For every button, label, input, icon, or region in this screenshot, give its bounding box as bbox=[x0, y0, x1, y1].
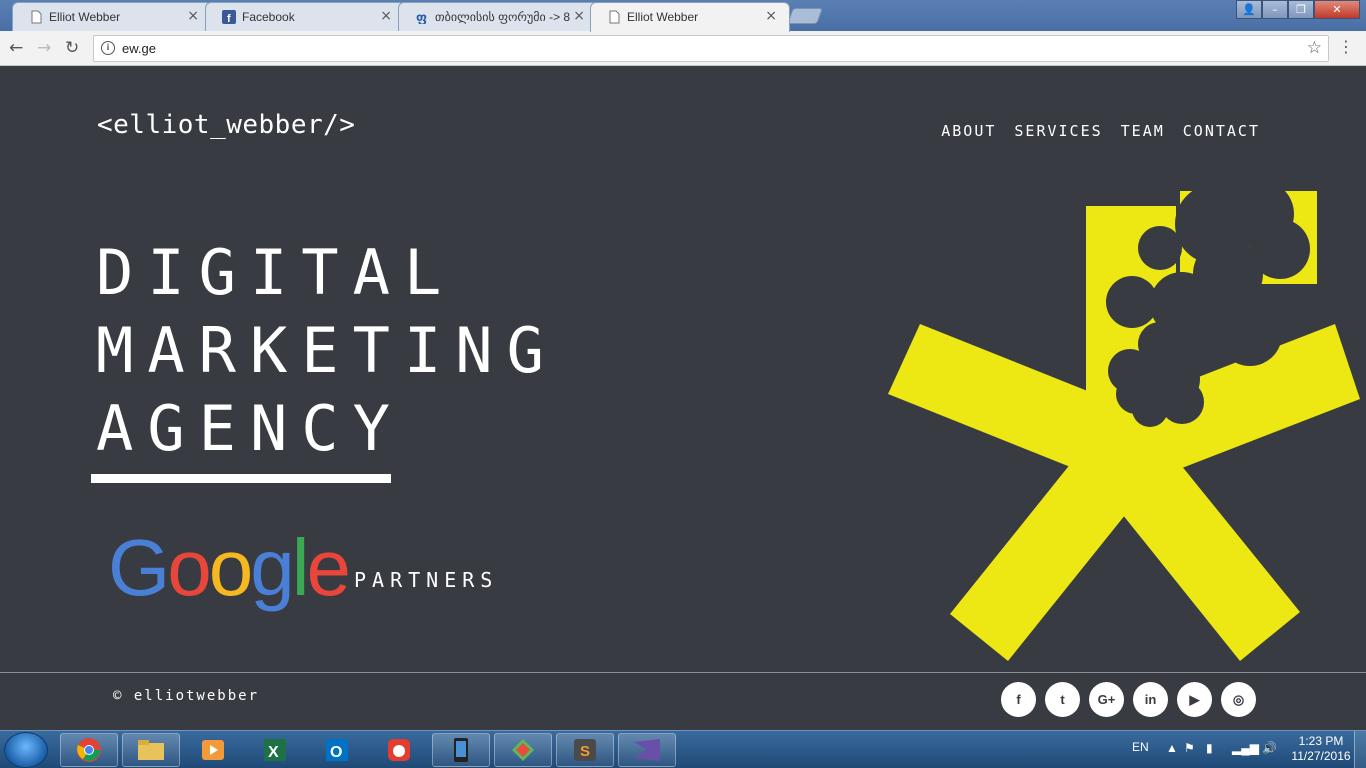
tab-title: Elliot Webber bbox=[49, 10, 121, 24]
excel-icon[interactable]: X bbox=[246, 733, 304, 767]
svg-text:X: X bbox=[268, 744, 279, 761]
google-plus-icon[interactable]: G+ bbox=[1089, 682, 1124, 717]
tab-4-active[interactable]: Elliot Webber × bbox=[590, 2, 790, 32]
tab-2[interactable]: f Facebook × bbox=[205, 2, 405, 32]
maximize-button[interactable]: ❐ bbox=[1288, 0, 1314, 19]
action-center-icon[interactable]: ⚑ bbox=[1184, 741, 1195, 755]
menu-icon[interactable]: ⋮ bbox=[1338, 37, 1354, 56]
minimize-button[interactable]: – bbox=[1262, 0, 1288, 19]
google-letter: g bbox=[250, 523, 294, 612]
facebook-icon: f bbox=[222, 10, 236, 24]
nav-about[interactable]: ABOUT bbox=[941, 122, 996, 140]
user-icon[interactable]: 👤 bbox=[1236, 0, 1262, 19]
nav-services[interactable]: SERVICES bbox=[1014, 122, 1102, 140]
webpage: <elliot_webber/> ABOUT SERVICES TEAM CON… bbox=[0, 66, 1366, 730]
chrome-icon[interactable] bbox=[60, 733, 118, 767]
linkedin-icon[interactable]: in bbox=[1133, 682, 1168, 717]
google-letter: o bbox=[208, 523, 253, 612]
hero-line-2: MARKETING bbox=[96, 314, 558, 387]
language-indicator[interactable]: EN bbox=[1132, 740, 1149, 754]
window-controls: 👤 – ❐ ✕ bbox=[1236, 0, 1360, 20]
sublime-icon[interactable]: S bbox=[556, 733, 614, 767]
google-letter: e bbox=[306, 523, 351, 612]
show-hidden-icons[interactable]: ▲ bbox=[1166, 741, 1178, 755]
tab-1[interactable]: Elliot Webber × bbox=[12, 2, 212, 32]
nav-team[interactable]: TEAM bbox=[1121, 122, 1165, 140]
hero-line-1: DIGITAL bbox=[96, 236, 456, 309]
visual-studio-icon[interactable] bbox=[618, 733, 676, 767]
social-links: f t G+ in ▶ ◎ bbox=[1001, 682, 1256, 717]
svg-text:ფ: ფ bbox=[416, 11, 427, 24]
time: 1:23 PM bbox=[1298, 734, 1344, 748]
google-letter: o bbox=[167, 523, 211, 612]
hero-heading: DIGITAL MARKETING AGENCY bbox=[96, 234, 558, 468]
media-player-icon[interactable] bbox=[184, 733, 242, 767]
url-text[interactable]: ew.ge bbox=[122, 41, 156, 56]
close-icon[interactable]: × bbox=[573, 8, 585, 24]
network-icon[interactable]: ▂▄▆ bbox=[1232, 741, 1259, 755]
power-icon[interactable]: ▮ bbox=[1206, 741, 1213, 755]
outlook-icon[interactable]: O bbox=[308, 733, 366, 767]
volume-icon[interactable]: 🔊 bbox=[1262, 741, 1277, 755]
close-icon[interactable]: × bbox=[380, 8, 392, 24]
google-letter: l bbox=[291, 523, 310, 612]
forum-icon: ფ bbox=[416, 11, 427, 24]
facebook-icon[interactable]: f bbox=[1001, 682, 1036, 717]
taskbar: X O S EN ▲ ⚑ ▮ ▂▄▆ 🔊 1:23 PM 11/27/2016 bbox=[0, 730, 1366, 768]
close-icon[interactable]: × bbox=[765, 8, 777, 24]
partners-label: PARTNERS bbox=[354, 568, 499, 592]
instagram-icon[interactable]: ◎ bbox=[1221, 682, 1256, 717]
date: 11/27/2016 bbox=[1291, 749, 1351, 763]
close-icon[interactable]: × bbox=[187, 8, 199, 24]
page-icon bbox=[609, 10, 620, 24]
copyright-text: © elliotwebber bbox=[113, 688, 260, 704]
forward-icon[interactable]: → bbox=[37, 38, 51, 58]
phone-icon[interactable] bbox=[432, 733, 490, 767]
svg-text:f: f bbox=[227, 13, 231, 24]
google-logo: Google bbox=[108, 522, 351, 614]
tab-title: Facebook bbox=[242, 10, 295, 24]
site-logo[interactable]: <elliot_webber/> bbox=[97, 110, 355, 140]
hero-underline bbox=[91, 474, 391, 483]
close-window-button[interactable]: ✕ bbox=[1314, 0, 1360, 19]
tab-title: თბილისის ფორუმი -> 8 bbox=[435, 10, 571, 24]
svg-text:S: S bbox=[580, 743, 590, 760]
app-icon[interactable] bbox=[370, 733, 428, 767]
browser-toolbar: ← → ↻ i ew.ge ☆ ⋮ bbox=[0, 31, 1366, 66]
clock[interactable]: 1:23 PM 11/27/2016 bbox=[1286, 734, 1356, 764]
bookmark-star-icon[interactable]: ☆ bbox=[1307, 38, 1322, 58]
reload-icon[interactable]: ↻ bbox=[65, 38, 79, 58]
asterisk-graphic bbox=[888, 184, 1360, 661]
start-button[interactable] bbox=[4, 732, 48, 768]
main-nav: ABOUT SERVICES TEAM CONTACT bbox=[941, 122, 1260, 140]
show-desktop-button[interactable] bbox=[1354, 731, 1366, 768]
nav-contact[interactable]: CONTACT bbox=[1183, 122, 1260, 140]
youtube-icon[interactable]: ▶ bbox=[1177, 682, 1212, 717]
page-icon bbox=[31, 10, 42, 24]
google-letter: G bbox=[108, 523, 170, 612]
hero-line-3: AGENCY bbox=[96, 392, 404, 465]
twitter-icon[interactable]: t bbox=[1045, 682, 1080, 717]
address-bar[interactable]: i ew.ge ☆ bbox=[93, 35, 1329, 62]
site-footer: © elliotwebber f t G+ in ▶ ◎ bbox=[0, 672, 1366, 730]
info-icon[interactable]: i bbox=[101, 41, 115, 55]
svg-text:O: O bbox=[330, 744, 342, 761]
tab-title: Elliot Webber bbox=[627, 10, 699, 24]
back-icon[interactable]: ← bbox=[9, 38, 23, 58]
new-tab-button[interactable] bbox=[787, 8, 823, 24]
paint-icon[interactable] bbox=[494, 733, 552, 767]
tab-3[interactable]: ფ თბილისის ფორუმი -> 8 × bbox=[398, 2, 598, 32]
browser-tabstrip: Elliot Webber × f Facebook × ფ თბილისის … bbox=[0, 0, 1366, 32]
explorer-icon[interactable] bbox=[122, 733, 180, 767]
